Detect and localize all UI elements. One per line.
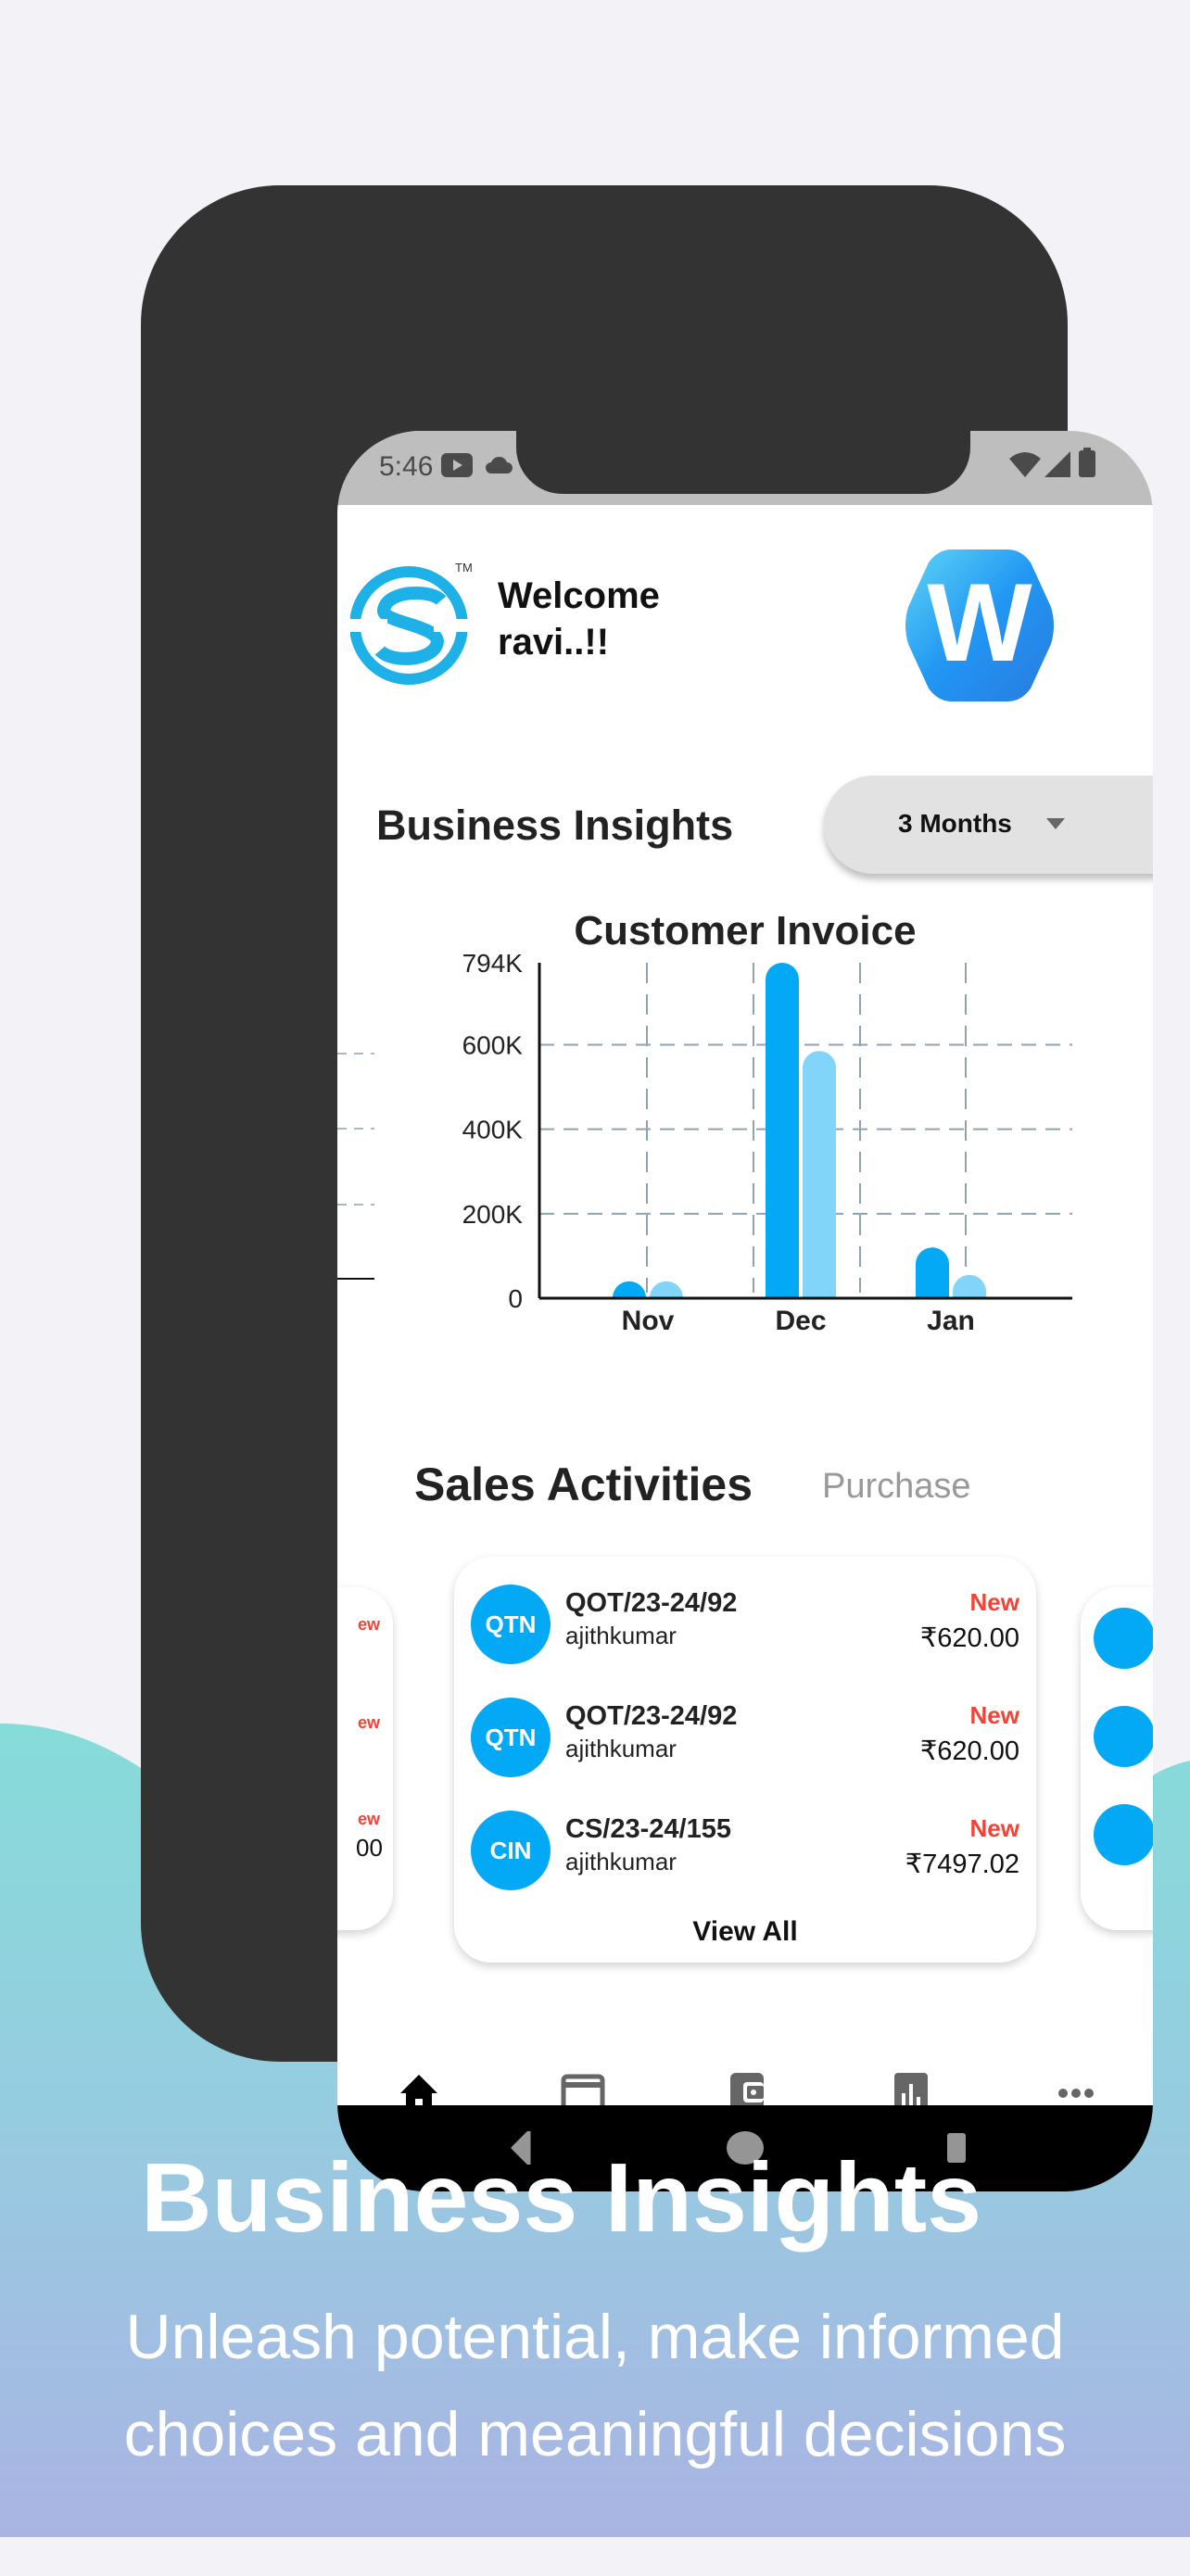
activity-card-next[interactable]	[1081, 1587, 1153, 1930]
doc-type-badge: CIN	[471, 1811, 551, 1890]
bar-nov-series-1[interactable]	[613, 1281, 646, 1298]
company-logo-letter: W	[927, 561, 1032, 685]
activity-card-previous[interactable]: ew ew ew 00	[337, 1587, 393, 1930]
doc-number: CS/23-24/155	[565, 1814, 731, 1844]
nav-item-transactions[interactable]: Transactions	[509, 2071, 657, 2105]
doc-type-badge: QTN	[471, 1585, 551, 1664]
status-time: 5:46	[379, 451, 434, 482]
badge-icon	[1094, 1804, 1153, 1865]
phone-frame: 5:46 TM Welcome ravi..!! W Business Insi…	[141, 185, 1153, 2191]
y-tick-label: 600K	[462, 1030, 524, 1059]
cloud-icon	[486, 456, 513, 474]
party-name: ajithkumar	[565, 1848, 677, 1875]
more-horizontal-icon	[1002, 2071, 1150, 2105]
youtube-icon	[441, 453, 473, 477]
list-item[interactable]: QTN QOT/23-24/92 ajithkumar New ₹620.00	[454, 1577, 1036, 1679]
amount: ₹620.00	[919, 1736, 1019, 1766]
status-fragment: ew	[358, 1713, 381, 1732]
status-badge: New	[969, 1701, 1019, 1729]
bar-dec-series-1[interactable]	[766, 963, 799, 1298]
y-tick-label: 794K	[462, 950, 524, 978]
amount: ₹620.00	[919, 1623, 1019, 1653]
range-dropdown[interactable]: 3 Months	[824, 776, 1153, 874]
welcome-user: ravi..!!	[498, 622, 610, 663]
app-content: TM Welcome ravi..!! W Business Insights …	[337, 505, 1153, 2105]
promo-title: Business Insights	[141, 2143, 982, 2253]
promo-subtitle-line: choices and meaningful decisions	[123, 2399, 1067, 2469]
party-name: ajithkumar	[565, 1622, 677, 1649]
doc-number: QOT/23-24/92	[565, 1701, 738, 1731]
phone-screen: 5:46 TM Welcome ravi..!! W Business Insi…	[337, 431, 1153, 2191]
welcome-line: Welcome	[498, 575, 660, 616]
cellular-signal-icon	[1044, 451, 1070, 477]
promo-subtitle: Unleash potential, make informed choices…	[0, 2289, 1190, 2483]
promo-subtitle-line: Unleash potential, make informed	[125, 2302, 1065, 2372]
badge-icon	[1094, 1608, 1153, 1669]
status-badge: New	[969, 1588, 1019, 1616]
bar-jan-series-1[interactable]	[916, 1247, 949, 1298]
y-tick-label: 0	[508, 1284, 523, 1313]
view-all-button[interactable]: View All	[454, 1916, 1036, 1948]
bar-dec-series-2[interactable]	[803, 1051, 836, 1298]
nav-item-reports[interactable]: Reports	[837, 2071, 985, 2105]
sales-activity-card: QTN QOT/23-24/92 ajithkumar New ₹620.00 QTN QO…	[454, 1557, 1036, 1963]
chart-title: Customer Invoice	[574, 908, 917, 953]
wallet-icon	[673, 2071, 821, 2105]
nav-item-home[interactable]: Home	[345, 2071, 493, 2105]
doc-number: QOT/23-24/92	[565, 1588, 738, 1618]
previous-chart-peek	[337, 1053, 374, 1280]
chevron-down-icon	[1046, 818, 1065, 829]
amount: ₹7497.02	[905, 1850, 1019, 1879]
party-name: ajithkumar	[565, 1735, 677, 1762]
welcome-message: Welcome ravi..!!	[498, 573, 660, 665]
y-tick-label: 400K	[462, 1116, 524, 1144]
section-title-sales[interactable]: Sales Activities	[414, 1458, 753, 1511]
bar-chart-icon	[837, 2071, 985, 2105]
background-bottom-strip	[0, 2537, 1190, 2574]
nav-item-more[interactable]: More	[1002, 2071, 1150, 2105]
trademark-label: TM	[455, 561, 473, 575]
customer-invoice-chart[interactable]: 0 200K 400K 600K 794K Nov Dec Jan	[337, 950, 1153, 1357]
badge-icon	[1094, 1706, 1153, 1767]
status-fragment: ew	[358, 1615, 381, 1634]
x-tick-label: Nov	[622, 1306, 675, 1336]
company-logo[interactable]: W	[901, 542, 1058, 709]
section-title-insights: Business Insights	[376, 802, 734, 849]
wifi-icon	[1009, 452, 1041, 477]
x-tick-label: Jan	[927, 1306, 975, 1336]
nav-item-accounts[interactable]: Accounts	[673, 2071, 821, 2105]
bar-nov-series-2[interactable]	[650, 1281, 683, 1298]
status-bar: 5:46	[337, 431, 1153, 505]
amount-fragment: 00	[356, 1834, 383, 1862]
status-badge: New	[969, 1814, 1019, 1842]
status-fragment: ew	[358, 1810, 381, 1828]
list-item[interactable]: CIN CS/23-24/155 ajithkumar New ₹7497.02	[454, 1803, 1036, 1905]
battery-icon	[1079, 448, 1095, 477]
list-item[interactable]: QTN QOT/23-24/92 ajithkumar New ₹620.00	[454, 1690, 1036, 1792]
doc-type-badge: QTN	[471, 1698, 551, 1777]
y-tick-label: 200K	[462, 1200, 524, 1229]
x-tick-label: Dec	[775, 1306, 826, 1336]
camera-notch	[516, 431, 970, 494]
home-icon	[345, 2071, 493, 2105]
bar-jan-series-2[interactable]	[953, 1274, 986, 1298]
card-icon	[509, 2071, 657, 2105]
range-dropdown-value: 3 Months	[898, 809, 1012, 838]
tab-purchase[interactable]: Purchase	[822, 1467, 971, 1507]
app-logo-icon	[350, 566, 471, 685]
